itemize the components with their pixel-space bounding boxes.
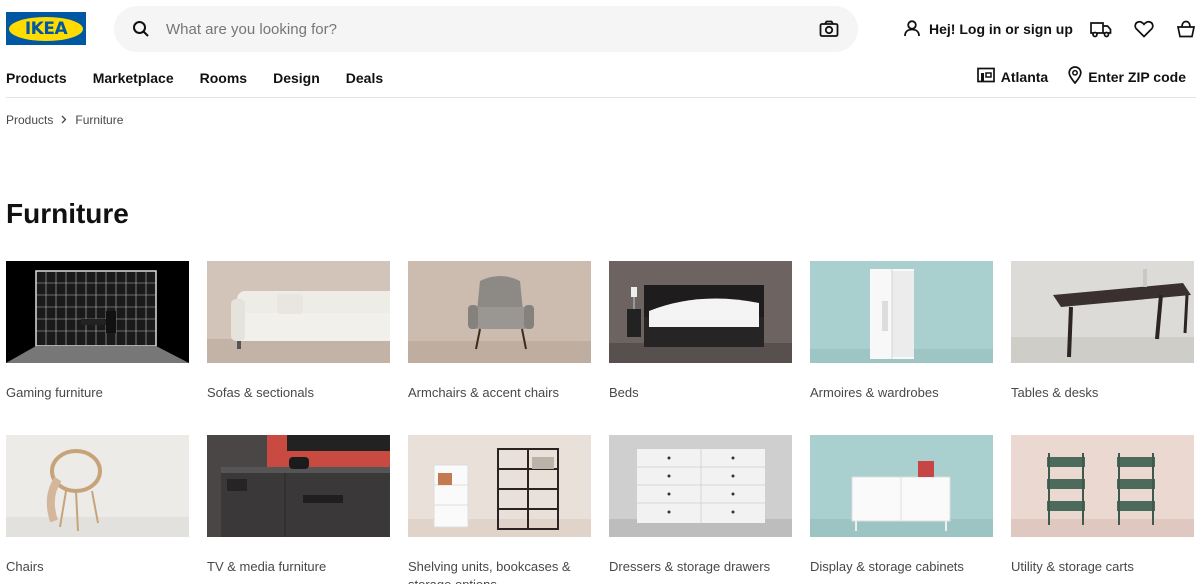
category-card-chairs[interactable]: Chairs: [6, 435, 189, 584]
search-icon: [132, 20, 150, 38]
category-card-tv-media[interactable]: TV & media furniture: [207, 435, 390, 584]
nav-products[interactable]: Products: [6, 70, 67, 86]
user-icon: [903, 19, 921, 40]
wardrobe-image: [810, 261, 993, 363]
category-label: Armchairs & accent chairs: [408, 385, 559, 400]
category-card-display-cabinets[interactable]: Display & storage cabinets: [810, 435, 993, 584]
table-image: [1011, 261, 1194, 363]
store-selector[interactable]: Atlanta: [976, 67, 1048, 86]
gaming-furniture-image: [6, 261, 189, 363]
sofa-image: [207, 261, 390, 363]
bed-image: [609, 261, 792, 363]
login-link[interactable]: Hej! Log in or sign up: [903, 18, 1073, 40]
category-card-beds[interactable]: Beds: [609, 261, 792, 435]
camera-icon[interactable]: [818, 18, 840, 40]
ikea-logo[interactable]: IKEA: [6, 12, 86, 45]
heart-icon[interactable]: [1133, 18, 1155, 40]
category-label: TV & media furniture: [207, 559, 327, 574]
tv-media-image: [207, 435, 390, 537]
category-label: Shelving units, bookcases & storage opti…: [408, 559, 571, 584]
header-divider: [6, 97, 1196, 98]
breadcrumb-products[interactable]: Products: [6, 113, 53, 127]
dresser-image: [609, 435, 792, 537]
category-card-gaming[interactable]: Gaming furniture: [6, 261, 189, 435]
nav-design[interactable]: Design: [273, 70, 320, 86]
category-card-armoires[interactable]: Armoires & wardrobes: [810, 261, 993, 435]
nav-rooms[interactable]: Rooms: [200, 70, 247, 86]
category-label: Dressers & storage drawers: [609, 559, 771, 574]
delivery-truck-icon[interactable]: [1090, 18, 1112, 40]
search-input[interactable]: What are you looking for?: [166, 21, 818, 38]
category-label: Armoires & wardrobes: [810, 385, 939, 400]
category-card-sofas[interactable]: Sofas & sectionals: [207, 261, 390, 435]
category-card-utility-carts[interactable]: Utility & storage carts: [1011, 435, 1194, 584]
category-label: Beds: [609, 385, 639, 400]
chevron-right-icon: [61, 113, 67, 127]
store-icon: [976, 67, 995, 86]
search-bar[interactable]: What are you looking for?: [114, 6, 858, 52]
shelving-image: [408, 435, 591, 537]
nav-marketplace[interactable]: Marketplace: [93, 70, 174, 86]
shopping-bag-icon[interactable]: [1175, 18, 1197, 40]
chair-image: [6, 435, 189, 537]
utility-cart-image: [1011, 435, 1194, 537]
armchair-image: [408, 261, 591, 363]
nav-deals[interactable]: Deals: [346, 70, 383, 86]
breadcrumb-furniture[interactable]: Furniture: [75, 113, 123, 127]
page-title: Furniture: [6, 198, 129, 229]
store-zip-bar: Atlanta Enter ZIP code: [976, 66, 1186, 87]
category-grid: Gaming furniture Sofas & sectionals Armc…: [6, 261, 1194, 584]
category-card-armchairs[interactable]: Armchairs & accent chairs: [408, 261, 591, 435]
location-pin-icon: [1068, 66, 1082, 87]
zip-selector[interactable]: Enter ZIP code: [1068, 66, 1186, 87]
main-nav: Products Marketplace Rooms Design Deals: [6, 70, 383, 86]
category-card-shelving[interactable]: Shelving units, bookcases & storage opti…: [408, 435, 591, 584]
category-card-tables[interactable]: Tables & desks: [1011, 261, 1194, 435]
cabinet-image: [810, 435, 993, 537]
category-card-dressers[interactable]: Dressers & storage drawers: [609, 435, 792, 584]
category-label: Sofas & sectionals: [207, 385, 314, 400]
category-label: Tables & desks: [1011, 385, 1099, 400]
category-label: Display & storage cabinets: [810, 559, 964, 574]
category-label: Utility & storage carts: [1011, 559, 1134, 574]
category-label: Gaming furniture: [6, 385, 103, 400]
category-label: Chairs: [6, 559, 44, 574]
breadcrumb: Products Furniture: [6, 113, 123, 127]
